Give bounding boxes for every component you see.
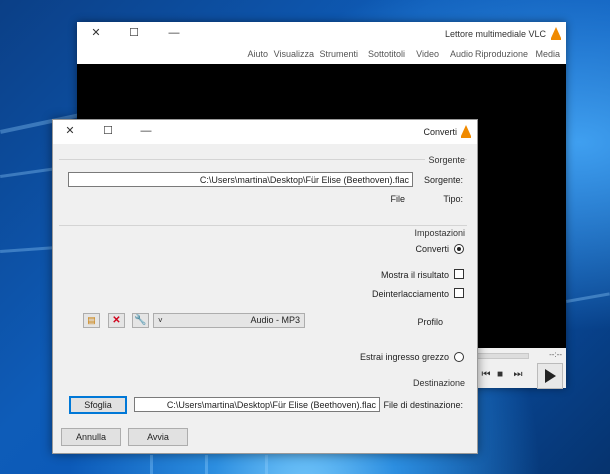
deinterlace-checkbox[interactable] <box>454 288 464 298</box>
profile-list-icon: ▤ <box>87 315 96 325</box>
dialog-title-bar: ✕ ☐ — Converti <box>53 120 477 144</box>
menu-item-video[interactable]: Video <box>416 49 439 59</box>
settings-group-label: Impostazioni <box>414 228 465 238</box>
vlc-cone-icon <box>551 27 561 40</box>
show-result-checkbox[interactable] <box>454 269 464 279</box>
menu-item-strumenti[interactable]: Strumenti <box>319 49 358 59</box>
dialog-title: Converti <box>423 127 457 137</box>
convert-radio-label: Converti <box>415 244 449 254</box>
browse-button[interactable]: Sfoglia <box>69 396 127 414</box>
source-label: Sorgente: <box>423 175 463 185</box>
menu-item-riproduzione[interactable]: Riproduzione <box>475 49 528 59</box>
convert-radio[interactable] <box>454 244 464 254</box>
type-value: File <box>390 194 405 204</box>
source-group-label: Sorgente <box>425 155 465 165</box>
maximize-icon[interactable]: ☐ <box>99 124 117 138</box>
source-path-field[interactable]: C:\Users\martina\Desktop\Für Elise (Beet… <box>68 172 413 187</box>
wallpaper-ray <box>205 455 208 474</box>
source-group: Sorgente C:\Users\martina\Desktop\Für El… <box>59 155 467 218</box>
minimize-icon[interactable]: — <box>137 124 155 138</box>
next-icon[interactable]: ⏭ <box>509 366 527 384</box>
menu-item-media[interactable]: Media <box>535 49 560 59</box>
show-result-label: Mostra il risultato <box>380 270 449 280</box>
destination-file-label: File di destinazione: <box>383 400 463 410</box>
menu-item-visualizza[interactable]: Visualizza <box>274 49 314 59</box>
type-label: Tipo: <box>443 194 463 204</box>
time-readout: --:-- <box>549 350 562 359</box>
menu-item-audio[interactable]: Audio <box>450 49 473 59</box>
profile-select-value: Audio - MP3 <box>250 315 300 325</box>
play-button[interactable] <box>537 363 563 389</box>
vlc-window-title: Lettore multimediale VLC <box>444 29 546 39</box>
destination-path-field[interactable]: C:\Users\martina\Desktop\Für Elise (Beet… <box>134 397 380 412</box>
cancel-button[interactable]: Annulla <box>61 428 121 446</box>
stop-icon[interactable]: ■ <box>491 366 509 384</box>
new-profile-button[interactable]: ▤ <box>83 313 100 328</box>
vlc-cone-icon <box>461 125 471 138</box>
edit-profile-button[interactable]: 🔧 <box>132 313 149 328</box>
chevron-down-icon: ˅ <box>158 316 163 325</box>
profile-select[interactable]: ˅ Audio - MP3 <box>153 313 305 328</box>
close-icon[interactable]: ✕ <box>87 26 105 40</box>
start-button[interactable]: Avvia <box>128 428 188 446</box>
delete-icon: ✕ <box>112 315 121 326</box>
maximize-icon[interactable]: ☐ <box>125 26 143 40</box>
destination-group-label: Destinazione <box>412 378 465 388</box>
menu-item-sottotitoli[interactable]: Sottotitoli <box>368 49 405 59</box>
wrench-icon: 🔧 <box>134 315 147 326</box>
minimize-icon[interactable]: — <box>165 26 183 40</box>
wallpaper-ray <box>0 166 60 178</box>
delete-profile-button[interactable]: ✕ <box>108 313 125 328</box>
wallpaper-ray <box>150 455 153 474</box>
deinterlace-label: Deinterlacciamento <box>371 289 449 299</box>
close-icon[interactable]: ✕ <box>61 124 79 138</box>
settings-group: Impostazioni Converti Mostra il risultat… <box>59 225 467 366</box>
raw-input-radio[interactable] <box>454 352 464 362</box>
wallpaper-ray <box>265 455 268 474</box>
wallpaper-ray <box>0 246 56 253</box>
vlc-menu-bar: Media Riproduzione Audio Video Sottotito… <box>77 46 566 62</box>
menu-item-aiuto[interactable]: Aiuto <box>247 49 268 59</box>
wallpaper-ray <box>566 292 610 303</box>
destination-group: Destinazione Sfoglia C:\Users\martina\De… <box>59 378 467 416</box>
vlc-title-bar: ✕ ☐ — Lettore multimediale VLC <box>77 22 566 46</box>
raw-input-label: Estrai ingresso grezzo <box>359 352 449 362</box>
convert-dialog: ✕ ☐ — Converti Sorgente C:\Users\martina… <box>52 119 478 454</box>
profile-label: Profilo <box>417 317 443 327</box>
